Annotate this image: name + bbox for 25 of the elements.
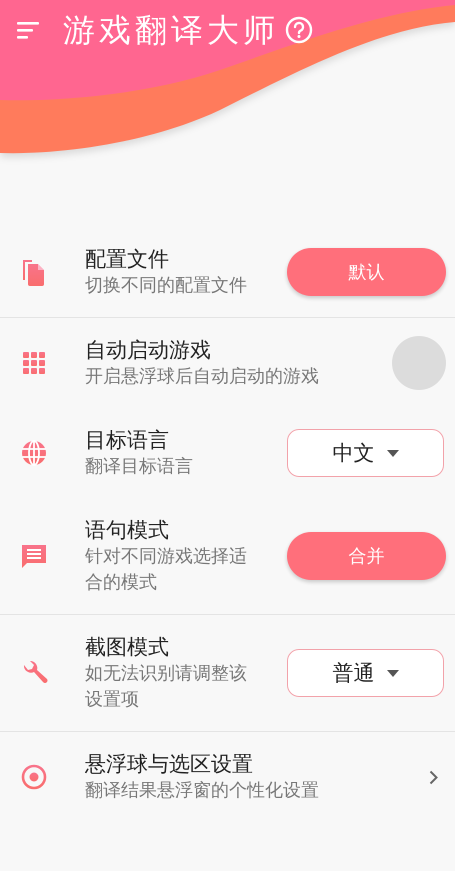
setting-title: 语句模式 [85, 517, 170, 544]
setting-description: 针对不同游戏选择适合的模式 [85, 545, 248, 595]
grid-icon [20, 349, 48, 377]
dropdown[interactable]: 中文 [287, 429, 444, 477]
setting-title: 悬浮球与选区设置 [85, 751, 254, 778]
chevron-right-icon[interactable] [429, 770, 438, 784]
help-icon[interactable] [285, 16, 313, 44]
setting-title: 截图模式 [85, 634, 170, 661]
globe-icon [20, 439, 48, 467]
setting-title: 自动启动游戏 [85, 337, 212, 364]
setting-description: 切换不同的配置文件 [85, 274, 248, 298]
toggle-switch[interactable] [392, 336, 446, 390]
setting-description: 翻译结果悬浮窗的个性化设置 [85, 779, 320, 803]
setting-title: 目标语言 [85, 427, 170, 454]
setting-description: 如无法识别请调整该设置项 [85, 662, 248, 712]
setting-title: 配置文件 [85, 246, 170, 273]
caret-icon [386, 670, 398, 676]
setting-description: 开启悬浮球后自动启动的游戏 [85, 365, 320, 389]
dropdown[interactable]: 普通 [287, 649, 444, 697]
app-title: 游戏翻译大师 [63, 11, 279, 49]
message-icon [20, 542, 48, 570]
caret-icon [386, 450, 398, 456]
target-icon [20, 763, 48, 791]
setting-description: 翻译目标语言 [85, 455, 194, 479]
menu-icon[interactable] [17, 21, 39, 39]
